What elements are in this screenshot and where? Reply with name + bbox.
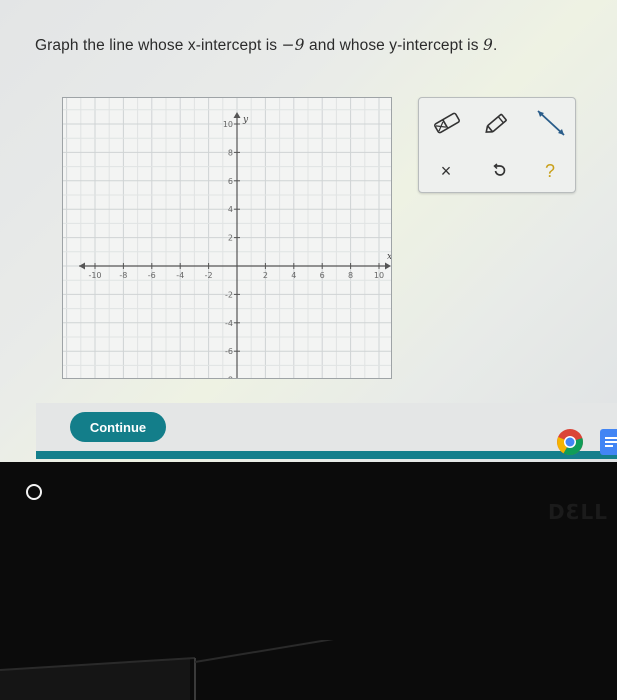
y-tick-label: 4 <box>228 205 233 214</box>
accent-strip <box>36 451 617 459</box>
y-axis-arrow-icon <box>233 112 241 118</box>
x-tick-label: -2 <box>205 271 213 280</box>
graph-tool-panel: × ? <box>418 97 576 193</box>
pencil-tool-icon <box>485 113 507 133</box>
continue-button[interactable]: Continue <box>70 412 166 442</box>
x-axis-label: x <box>387 252 392 262</box>
docs-icon[interactable] <box>598 428 617 456</box>
y-tick-label: 10 <box>223 120 233 129</box>
x-tick-label: 6 <box>320 271 325 280</box>
undo-icon <box>493 163 506 176</box>
y-tick-label: -4 <box>225 319 233 328</box>
question-prompt: Graph the line whose x-intercept is −9 a… <box>35 36 497 55</box>
y-intercept-value: 9 <box>482 36 493 54</box>
pencil-tool-button[interactable] <box>481 110 513 136</box>
x-tick-label: -10 <box>88 271 101 280</box>
y-tick-label: 8 <box>228 148 233 157</box>
help-button[interactable]: ? <box>537 158 563 184</box>
x-axis-arrow-left-icon <box>79 262 85 270</box>
x-tick-label: -8 <box>119 271 127 280</box>
x-tick-label: 4 <box>291 271 296 280</box>
y-tick-label: -6 <box>225 347 233 356</box>
line-tool-button[interactable] <box>534 108 568 138</box>
laptop-hinge-icon <box>0 640 334 700</box>
browser-viewport: Graph the line whose x-intercept is −9 a… <box>0 0 617 462</box>
help-icon: ? <box>544 160 555 181</box>
clear-icon: × <box>440 160 452 181</box>
question-prefix: Graph the line whose x-intercept is <box>35 37 282 54</box>
line-tool-icon <box>537 110 565 136</box>
point-tool-button[interactable] <box>431 110 463 136</box>
launcher-icon[interactable] <box>26 484 42 500</box>
x-tick-label: 2 <box>263 271 268 280</box>
x-tick-label: -6 <box>148 271 156 280</box>
y-tick-label: -2 <box>225 290 233 299</box>
coordinate-grid[interactable]: x y -10 -8 -6 -4 -2 2 4 6 8 10 10 8 6 4 2 -2 -4 -6 -8 <box>63 98 392 379</box>
y-tick-label: 2 <box>228 234 233 243</box>
undo-button[interactable] <box>486 158 512 184</box>
point-tool-icon <box>434 112 460 134</box>
x-intercept-value: −9 <box>281 36 305 54</box>
clear-button[interactable]: × <box>433 158 459 184</box>
question-middle: and whose y-intercept is <box>304 37 483 54</box>
y-tick-label: 6 <box>228 177 233 186</box>
question-suffix: . <box>492 37 498 54</box>
chrome-icon[interactable] <box>556 428 584 456</box>
x-tick-label: 10 <box>374 271 384 280</box>
x-axis-arrow-icon <box>385 262 391 270</box>
y-axis-label: y <box>242 115 249 125</box>
graph-canvas[interactable]: x y -10 -8 -6 -4 -2 2 4 6 8 10 10 8 6 4 2 -2 -4 -6 -8 <box>62 97 392 379</box>
y-tick-label: -8 <box>225 376 233 379</box>
brand-logo-icon: DƐLL <box>548 500 609 524</box>
x-tick-label: -4 <box>176 271 184 280</box>
x-tick-label: 8 <box>348 271 353 280</box>
